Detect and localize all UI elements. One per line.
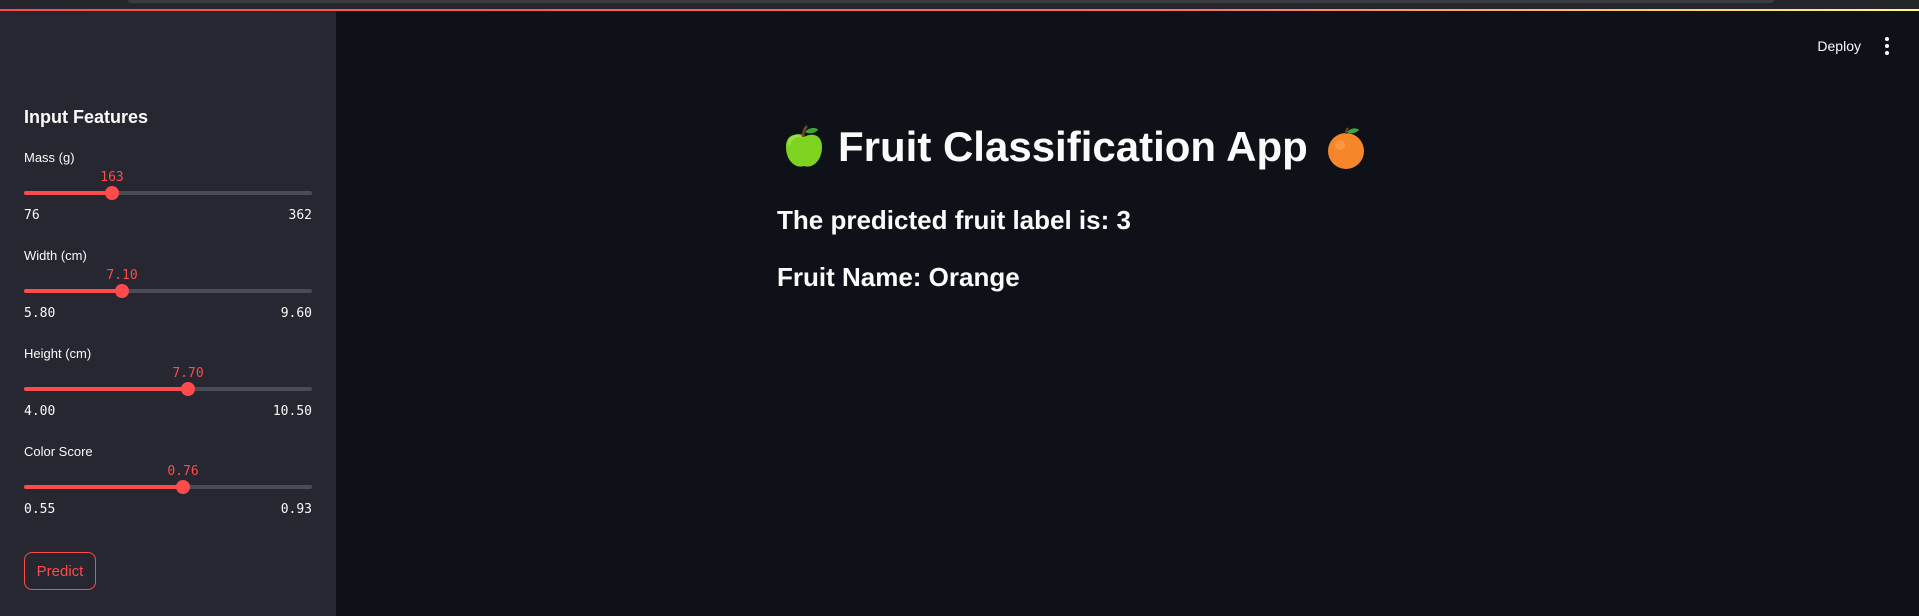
color-score-slider[interactable]: Color Score 0.76 0.55 0.93	[24, 444, 312, 524]
page-title: Fruit Classification App	[782, 123, 1364, 171]
slider-max: 0.93	[280, 502, 312, 517]
slider-min: 4.00	[24, 404, 56, 419]
slider-fill	[24, 191, 112, 195]
slider-track[interactable]	[24, 480, 312, 494]
slider-label: Color Score	[24, 444, 93, 459]
slider-value: 163	[100, 170, 124, 185]
slider-max: 362	[288, 208, 312, 223]
predict-button[interactable]: Predict	[24, 552, 96, 590]
slider-value: 7.10	[106, 268, 138, 283]
browser-top-strip	[0, 0, 1919, 11]
slider-fill	[24, 485, 183, 489]
slider-track[interactable]	[24, 186, 312, 200]
slider-thumb[interactable]	[181, 382, 195, 396]
sidebar: Input Features Mass (g) 163 76 362 Width…	[0, 11, 336, 616]
slider-track[interactable]	[24, 382, 312, 396]
slider-min: 76	[24, 208, 40, 223]
slider-thumb[interactable]	[176, 480, 190, 494]
slider-label: Mass (g)	[24, 150, 75, 165]
main-content: Fruit Classification App The predicted f…	[336, 11, 1919, 616]
slider-fill	[24, 387, 188, 391]
green-apple-icon	[782, 125, 822, 169]
prediction-text: The predicted fruit label is: 3	[777, 205, 1131, 235]
slider-fill	[24, 289, 122, 293]
slider-label: Height (cm)	[24, 346, 92, 361]
slider-min: 5.80	[24, 306, 56, 321]
width-slider[interactable]: Width (cm) 7.10 5.80 9.60	[24, 248, 312, 328]
fruit-name-text: Fruit Name: Orange	[777, 262, 1020, 292]
slider-value: 7.70	[172, 366, 204, 381]
height-slider[interactable]: Height (cm) 7.70 4.00 10.50	[24, 346, 312, 426]
sidebar-title: Input Features	[24, 107, 149, 127]
slider-track[interactable]	[24, 284, 312, 298]
mass-slider[interactable]: Mass (g) 163 76 362	[24, 150, 312, 230]
slider-value: 0.76	[167, 464, 199, 479]
slider-max: 9.60	[280, 306, 312, 321]
slider-label: Width (cm)	[24, 248, 87, 263]
address-bar-edge	[128, 0, 1774, 3]
orange-icon	[1324, 125, 1364, 169]
slider-min: 0.55	[24, 502, 56, 517]
slider-thumb[interactable]	[115, 284, 129, 298]
slider-max: 10.50	[272, 404, 312, 419]
app-title-text: Fruit Classification App	[838, 123, 1308, 170]
slider-thumb[interactable]	[105, 186, 119, 200]
